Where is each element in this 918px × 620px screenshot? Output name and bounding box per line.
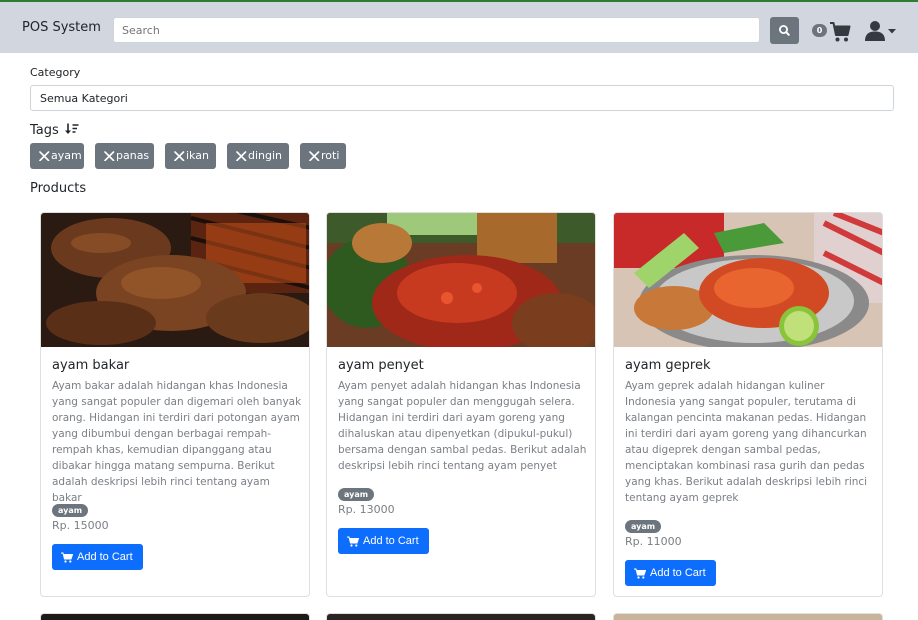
cart-icon — [347, 536, 359, 547]
utensils-icon — [104, 151, 115, 161]
tag-button-roti[interactable]: roti — [300, 143, 346, 169]
product-card-partial — [40, 613, 310, 620]
add-to-cart-button[interactable]: Add to Cart — [625, 560, 716, 586]
tag-button-ikan[interactable]: ikan — [165, 143, 216, 169]
tag-label: panas — [116, 149, 150, 162]
product-description: Ayam penyet adalah hidangan khas Indones… — [338, 380, 587, 472]
cart-count-badge: 0 — [812, 24, 827, 37]
brand-title[interactable]: POS System — [22, 20, 101, 35]
product-name: ayam penyet — [338, 358, 424, 373]
add-to-cart-label: Add to Cart — [77, 551, 133, 563]
add-to-cart-button[interactable]: Add to Cart — [52, 544, 143, 570]
product-description: Ayam geprek adalah hidangan kuliner Indo… — [625, 380, 868, 504]
caret-down-icon — [888, 29, 896, 34]
utensils-icon — [174, 151, 185, 161]
product-image-ayam-geprek — [614, 213, 882, 347]
utensils-icon — [39, 151, 50, 161]
product-name: ayam bakar — [52, 358, 130, 373]
search-input[interactable] — [113, 17, 760, 43]
product-image-ayam-bakar — [41, 213, 309, 347]
shopping-cart-icon — [830, 22, 851, 42]
product-description: Ayam bakar adalah hidangan khas Indonesi… — [52, 380, 302, 504]
product-price: Rp. 13000 — [338, 503, 395, 516]
tag-button-dingin[interactable]: dingin — [227, 143, 289, 169]
category-select[interactable]: Semua Kategori — [30, 85, 894, 111]
cart-button[interactable]: 0 — [812, 21, 852, 43]
product-card: ayam geprek Ayam geprek adalah hidangan … — [613, 212, 883, 597]
tag-button-ayam[interactable]: ayam — [30, 143, 84, 169]
add-to-cart-button[interactable]: Add to Cart — [338, 528, 429, 554]
search-button[interactable] — [770, 17, 799, 44]
product-card: ayam bakar Ayam bakar adalah hidangan kh… — [40, 212, 310, 597]
add-to-cart-label: Add to Cart — [650, 567, 706, 579]
product-price: Rp. 11000 — [625, 535, 682, 548]
tag-label: dingin — [248, 149, 283, 162]
sort-icon[interactable] — [64, 123, 79, 135]
cart-icon — [61, 552, 73, 563]
product-tag-badge: ayam — [338, 488, 375, 501]
tag-label: ayam — [51, 149, 82, 162]
search-icon — [778, 24, 790, 36]
cart-icon — [634, 568, 646, 579]
utensils-icon — [236, 151, 247, 161]
tags-label: Tags — [30, 123, 59, 138]
product-tag-badge: ayam — [625, 520, 662, 533]
product-name: ayam geprek — [625, 358, 711, 373]
navbar: POS System 0 — [0, 2, 918, 53]
user-menu[interactable] — [865, 20, 897, 44]
product-card-partial — [613, 613, 883, 620]
category-label: Category — [30, 66, 81, 79]
tag-button-panas[interactable]: panas — [95, 143, 154, 169]
tags-heading: Tags — [30, 123, 79, 138]
product-price: Rp. 15000 — [52, 519, 109, 532]
tag-label: roti — [321, 149, 340, 162]
tag-label: ikan — [186, 149, 209, 162]
product-card: ayam penyet Ayam penyet adalah hidangan … — [326, 212, 596, 597]
products-heading: Products — [30, 181, 87, 196]
add-to-cart-label: Add to Cart — [363, 535, 419, 547]
utensils-icon — [309, 151, 320, 161]
product-card-partial — [326, 613, 596, 620]
product-tag-badge: ayam — [52, 504, 89, 517]
product-image-ayam-penyet — [327, 213, 595, 347]
user-icon — [865, 21, 885, 41]
